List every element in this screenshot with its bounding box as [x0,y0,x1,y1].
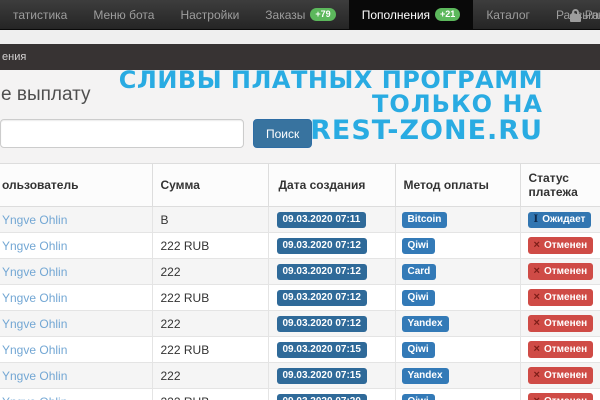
amount-value: 222 [155,317,181,331]
amount-value: 222 [155,369,181,383]
amount-value: 222 RUB [155,343,210,357]
navbar-account[interactable]: Ра [570,0,600,30]
method-badge: Qiwi [402,342,435,358]
status-badge: ×Отменен [528,289,594,306]
status-badge: ×Отменен [528,237,594,254]
user-link[interactable]: Yngve Ohlin [2,395,67,400]
nav-item-2[interactable]: Настройки [167,0,252,29]
amount-value: В [155,213,169,227]
x-icon: × [534,343,540,355]
col-header-method: Метод оплаты [395,164,520,207]
nav-item-badge: +79 [310,8,335,21]
date-badge: 09.03.2020 07:12 [277,290,367,306]
nav-item-badge: +21 [435,8,460,21]
table-row: Yngve Ohlin 222 09.03.2020 07:15 Yandex … [0,363,600,389]
method-badge: Bitcoin [402,212,448,228]
nav-item-0[interactable]: татистика [0,0,80,29]
x-icon: × [534,395,540,400]
date-badge: 09.03.2020 07:15 [277,368,367,384]
amount-value: 222 RUB [155,239,210,253]
user-link[interactable]: Yngve Ohlin [2,291,67,305]
date-badge: 09.03.2020 07:20 [277,394,367,400]
user-link[interactable]: Yngve Ohlin [2,239,67,253]
status-badge: ×Отменен [528,263,594,280]
x-icon: × [534,317,540,329]
status-badge: ×Отменен [528,393,594,400]
page-header-title: ения [2,51,26,63]
method-badge: Yandex [402,368,449,384]
navbar-account-label: Ра [585,8,599,22]
col-header-date: Дата создания [268,164,395,207]
amount-value: 222 RUB [155,395,210,400]
table-row: Yngve Ohlin 222 RUB 09.03.2020 07:12 Qiw… [0,233,600,259]
page-title: е выплату [0,84,600,106]
col-header-status: Статус платежа [520,164,600,207]
hourglass-icon: I [534,214,539,225]
status-badge: IОжидает [528,212,592,228]
x-icon: × [534,239,540,251]
x-icon: × [534,265,540,277]
status-badge: ×Отменен [528,341,594,358]
user-link[interactable]: Yngve Ohlin [2,317,67,331]
x-icon: × [534,291,540,303]
x-icon: × [534,369,540,381]
date-badge: 09.03.2020 07:11 [277,212,367,228]
table-header-row: ользователь Сумма Дата создания Метод оп… [0,164,600,207]
nav-item-5[interactable]: Каталог [473,0,543,29]
user-link[interactable]: Yngve Ohlin [2,213,67,227]
table-row: Yngve Ohlin 222 09.03.2020 07:12 Card ×О… [0,259,600,285]
amount-value: 222 [155,265,181,279]
col-header-user: ользователь [0,164,152,207]
amount-value: 222 RUB [155,291,210,305]
user-link[interactable]: Yngve Ohlin [2,343,67,357]
table-row: Yngve Ohlin 222 09.03.2020 07:12 Yandex … [0,311,600,337]
status-badge: ×Отменен [528,367,594,384]
method-badge: Yandex [402,316,449,332]
user-link[interactable]: Yngve Ohlin [2,369,67,383]
table-row: Yngve Ohlin 222 RUB 09.03.2020 07:12 Qiw… [0,285,600,311]
table-row: Yngve Ohlin В 09.03.2020 07:11 Bitcoin I… [0,207,600,233]
method-badge: Card [402,264,437,280]
user-link[interactable]: Yngve Ohlin [2,265,67,279]
lock-icon [570,9,581,22]
method-badge: Qiwi [402,238,435,254]
spacer-strip [0,30,600,44]
nav-item-4[interactable]: Пополнения +21 [349,0,474,29]
date-badge: 09.03.2020 07:12 [277,264,367,280]
date-badge: 09.03.2020 07:12 [277,238,367,254]
search-row: Поиск [0,119,600,148]
date-badge: 09.03.2020 07:15 [277,342,367,358]
status-badge: ×Отменен [528,315,594,332]
method-badge: Qiwi [402,290,435,306]
col-header-amount: Сумма [152,164,268,207]
nav-item-3[interactable]: Заказы +79 [252,0,348,29]
table-row: Yngve Ohlin 222 RUB 09.03.2020 07:15 Qiw… [0,337,600,363]
page-header-bar: ения [0,44,600,70]
main-content: е выплату Поиск ользователь Сумма Дата с… [0,70,600,400]
table-row: Yngve Ohlin 222 RUB 09.03.2020 07:20 Qiw… [0,389,600,400]
search-input[interactable] [0,119,244,148]
top-navbar: татистика Меню бота Настройки Заказы +79… [0,0,600,30]
payments-table: ользователь Сумма Дата создания Метод оп… [0,163,600,400]
method-badge: Qiwi [402,394,435,400]
nav-item-1[interactable]: Меню бота [80,0,167,29]
search-button[interactable]: Поиск [253,119,312,148]
date-badge: 09.03.2020 07:12 [277,316,367,332]
